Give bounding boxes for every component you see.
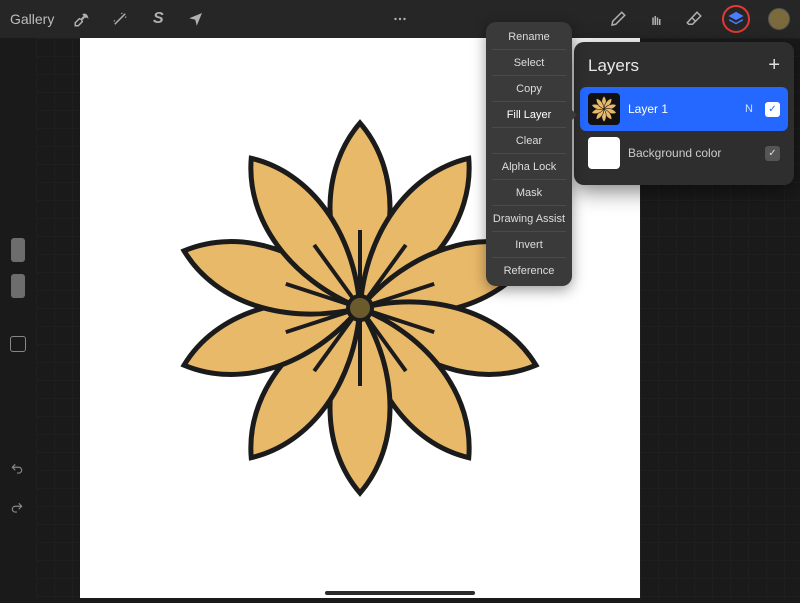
modify-button[interactable] <box>10 336 26 352</box>
home-indicator <box>325 591 475 595</box>
cm-copy[interactable]: Copy <box>486 76 572 102</box>
layer-thumb-1 <box>588 93 620 125</box>
submenu-arrow-icon <box>572 110 577 120</box>
cm-rename[interactable]: Rename <box>486 24 572 50</box>
layers-icon <box>727 10 745 28</box>
layer-thumb-bg <box>588 137 620 169</box>
eraser-icon[interactable] <box>684 9 704 29</box>
cm-alpha-lock[interactable]: Alpha Lock <box>486 154 572 180</box>
cm-invert[interactable]: Invert <box>486 232 572 258</box>
opacity-slider[interactable] <box>11 274 25 298</box>
move-icon[interactable] <box>186 9 206 29</box>
add-layer-button[interactable]: + <box>768 54 780 77</box>
redo-icon[interactable] <box>10 501 24 520</box>
wrench-icon[interactable] <box>72 9 92 29</box>
cm-mask[interactable]: Mask <box>486 180 572 206</box>
layer-name-1: Layer 1 <box>628 102 737 116</box>
layer-row-1[interactable]: Layer 1 N <box>580 87 788 131</box>
layer-visible-checkbox-bg[interactable] <box>765 146 780 161</box>
cm-select[interactable]: Select <box>486 50 572 76</box>
cm-clear[interactable]: Clear <box>486 128 572 154</box>
selection-icon[interactable]: S <box>148 9 168 29</box>
layer-context-menu: Rename Select Copy Fill Layer Clear Alph… <box>486 22 572 286</box>
gallery-button[interactable]: Gallery <box>10 11 54 27</box>
cm-drawing-assist[interactable]: Drawing Assist <box>486 206 572 232</box>
layers-button-highlighted[interactable] <box>722 5 750 33</box>
wand-icon[interactable] <box>110 9 130 29</box>
smudge-icon[interactable] <box>646 9 666 29</box>
layers-panel: Layers + Layer 1 N Background color <box>574 42 794 185</box>
layer-name-bg: Background color <box>628 146 757 160</box>
layer-blend-mode: N <box>745 103 753 115</box>
top-toolbar: Gallery S <box>0 0 800 38</box>
menu-icon[interactable] <box>390 9 410 29</box>
undo-icon[interactable] <box>10 462 24 481</box>
brush-size-slider[interactable] <box>11 238 25 262</box>
layers-title: Layers <box>588 56 639 76</box>
cm-reference[interactable]: Reference <box>486 258 572 284</box>
left-sidebar <box>0 38 36 600</box>
color-swatch[interactable] <box>768 8 790 30</box>
layer-visible-checkbox-1[interactable] <box>765 102 780 117</box>
cm-fill-layer-label: Fill Layer <box>507 109 552 121</box>
brush-icon[interactable] <box>608 9 628 29</box>
cm-fill-layer[interactable]: Fill Layer <box>486 102 572 128</box>
layer-row-bg[interactable]: Background color <box>580 131 788 175</box>
